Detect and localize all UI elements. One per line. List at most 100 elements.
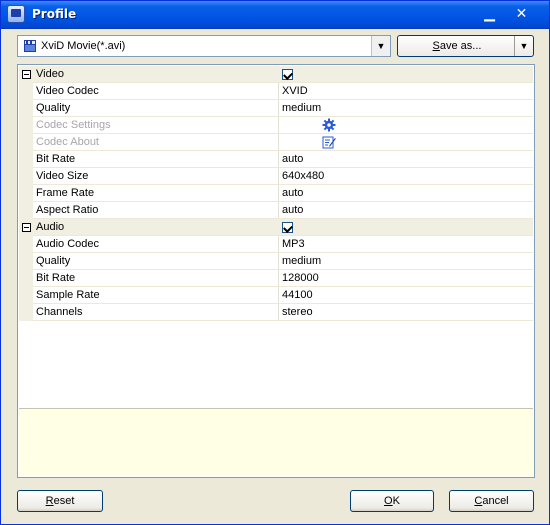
row-gutter xyxy=(19,236,33,253)
property-value[interactable]: 44100 xyxy=(282,289,313,301)
property-row[interactable]: Quality medium xyxy=(19,100,533,117)
row-gutter xyxy=(19,117,33,134)
description-panel xyxy=(19,408,533,476)
column-divider xyxy=(278,100,279,117)
property-label: Frame Rate xyxy=(36,187,95,199)
property-row[interactable]: Codec About xyxy=(19,134,533,151)
reset-button[interactable]: Reset xyxy=(17,490,103,512)
row-gutter xyxy=(19,134,33,151)
row-gutter xyxy=(19,202,33,219)
row-gutter xyxy=(19,270,33,287)
row-gutter xyxy=(19,287,33,304)
column-divider xyxy=(278,287,279,304)
ok-button[interactable]: OK xyxy=(350,490,434,512)
group-label: Video xyxy=(36,68,64,80)
column-divider xyxy=(278,151,279,168)
property-grid: Video Video Codec XVID Quality medium Co… xyxy=(17,64,535,478)
column-divider xyxy=(278,202,279,219)
property-label: Sample Rate xyxy=(36,289,100,301)
collapse-icon[interactable] xyxy=(22,70,31,79)
column-divider xyxy=(278,83,279,100)
save-as-label-rest: ave as... xyxy=(439,40,482,52)
property-value[interactable]: auto xyxy=(282,153,303,165)
title-bar[interactable]: Profile ▁ ✕ xyxy=(1,1,549,29)
ok-label-rest: K xyxy=(392,495,400,507)
column-divider xyxy=(278,270,279,287)
column-divider xyxy=(278,304,279,321)
property-row[interactable]: Codec Settings xyxy=(19,117,533,134)
property-value[interactable]: medium xyxy=(282,255,321,267)
gear-icon[interactable] xyxy=(322,118,336,132)
video-enabled-checkbox[interactable] xyxy=(282,69,293,80)
property-row[interactable]: Video Size 640x480 xyxy=(19,168,533,185)
property-label: Channels xyxy=(36,306,83,318)
collapse-icon[interactable] xyxy=(22,223,31,232)
property-label: Quality xyxy=(36,102,71,114)
property-label: Quality xyxy=(36,255,71,267)
property-value[interactable]: 640x480 xyxy=(282,170,324,182)
property-value[interactable]: stereo xyxy=(282,306,313,318)
row-gutter xyxy=(19,168,33,185)
property-label: Codec Settings xyxy=(36,119,111,131)
property-row[interactable]: Sample Rate 44100 xyxy=(19,287,533,304)
column-divider xyxy=(278,168,279,185)
row-gutter xyxy=(19,100,33,117)
property-row[interactable]: Video Codec XVID xyxy=(19,83,533,100)
property-row[interactable]: Bit Rate 128000 xyxy=(19,270,533,287)
row-gutter xyxy=(19,185,33,202)
group-row-video[interactable]: Video xyxy=(19,66,533,83)
property-rows: Video Video Codec XVID Quality medium Co… xyxy=(19,66,533,409)
property-label: Bit Rate xyxy=(36,153,76,165)
property-row[interactable]: Aspect Ratio auto xyxy=(19,202,533,219)
group-label: Audio xyxy=(36,221,65,233)
row-gutter xyxy=(19,219,33,236)
save-as-mnemonic: S xyxy=(432,40,440,52)
cancel-button[interactable]: Cancel xyxy=(449,490,534,512)
window-title: Profile xyxy=(32,7,77,21)
property-label: Codec About xyxy=(36,136,99,148)
property-value[interactable]: XVID xyxy=(282,85,308,97)
save-as-label: Save as... xyxy=(398,36,516,56)
property-value[interactable]: auto xyxy=(282,187,303,199)
property-value[interactable]: medium xyxy=(282,102,321,114)
column-divider xyxy=(278,185,279,202)
ok-mnemonic: O xyxy=(384,495,393,507)
property-label: Video Size xyxy=(36,170,89,182)
property-value[interactable]: 128000 xyxy=(282,272,319,284)
column-divider xyxy=(278,253,279,270)
column-divider xyxy=(278,134,279,151)
profile-select-value: XviD Movie(*.avi) xyxy=(41,40,126,52)
property-row[interactable]: Frame Rate auto xyxy=(19,185,533,202)
property-row[interactable]: Quality medium xyxy=(19,253,533,270)
save-as-button[interactable]: Save as... ▼ xyxy=(397,35,534,57)
property-value[interactable]: auto xyxy=(282,204,303,216)
property-label: Aspect Ratio xyxy=(36,204,99,216)
save-as-dropdown-icon[interactable]: ▼ xyxy=(514,36,533,56)
checkmark-icon xyxy=(283,223,293,233)
property-row[interactable]: Channels stereo xyxy=(19,304,533,321)
property-value[interactable]: MP3 xyxy=(282,238,305,250)
row-gutter xyxy=(19,83,33,100)
row-gutter xyxy=(19,304,33,321)
property-row[interactable]: Audio Codec MP3 xyxy=(19,236,533,253)
chevron-down-icon[interactable]: ▼ xyxy=(371,36,390,56)
reset-mnemonic: R xyxy=(45,495,54,507)
row-gutter xyxy=(19,151,33,168)
close-button[interactable]: ✕ xyxy=(511,4,532,25)
clapperboard-icon xyxy=(24,40,36,52)
row-gutter xyxy=(19,66,33,83)
property-label: Video Codec xyxy=(36,85,99,97)
column-divider xyxy=(278,117,279,134)
property-row[interactable]: Bit Rate auto xyxy=(19,151,533,168)
column-divider xyxy=(278,236,279,253)
profile-select[interactable]: XviD Movie(*.avi) ▼ xyxy=(17,35,391,57)
edit-icon[interactable] xyxy=(322,135,336,149)
row-separator xyxy=(33,320,533,321)
minimize-button[interactable]: ▁ xyxy=(479,4,500,25)
checkmark-icon xyxy=(283,70,293,80)
property-label: Audio Codec xyxy=(36,238,99,250)
audio-enabled-checkbox[interactable] xyxy=(282,222,293,233)
group-row-audio[interactable]: Audio xyxy=(19,219,533,236)
row-gutter xyxy=(19,253,33,270)
app-icon xyxy=(7,5,25,23)
